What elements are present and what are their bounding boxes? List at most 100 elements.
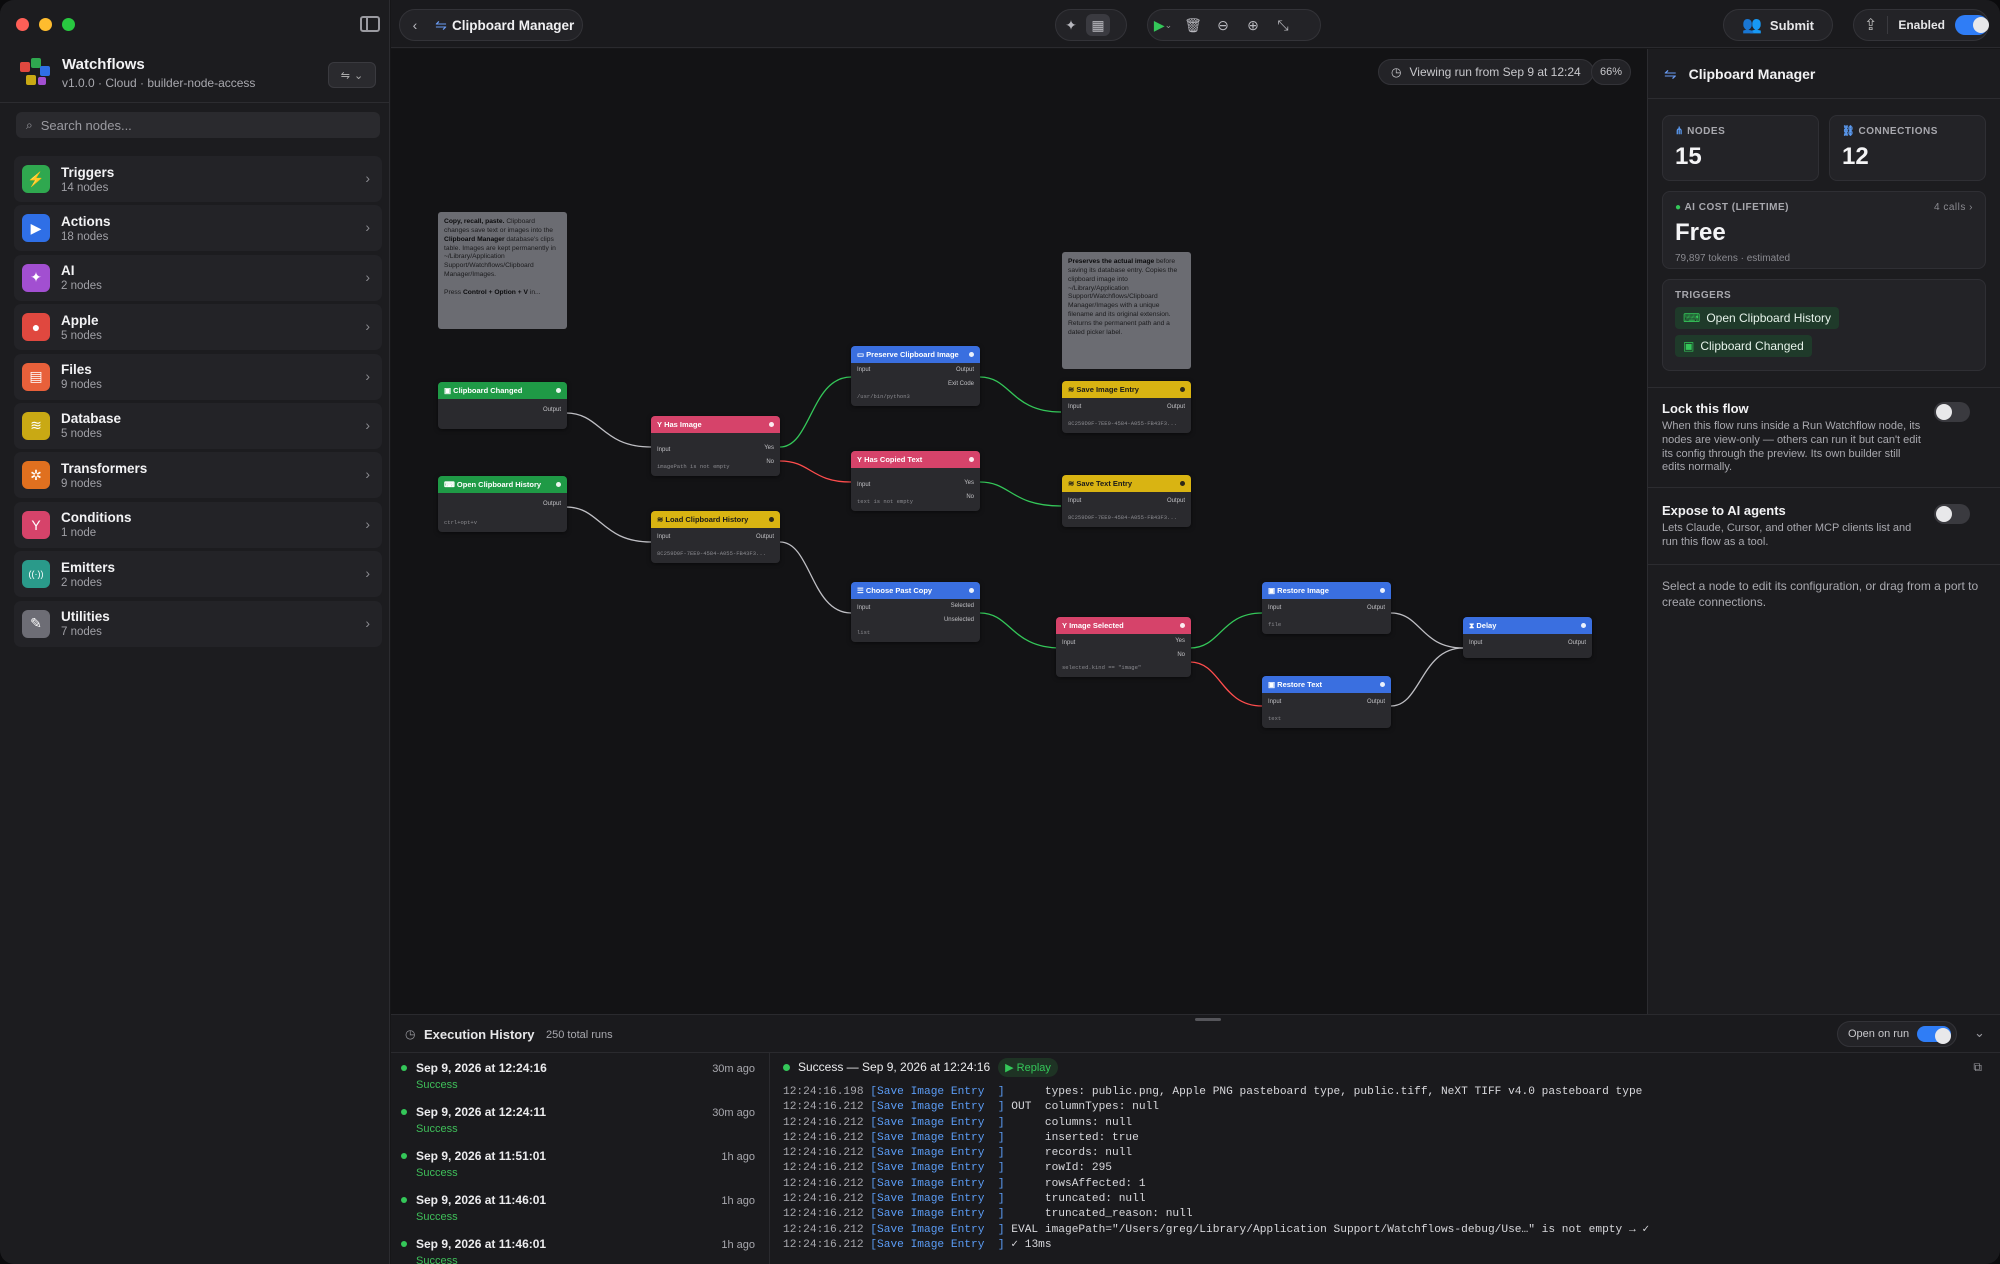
log-message: rowsAffected: 1	[1004, 1177, 1146, 1190]
fit-view-icon[interactable]: ⤡	[1268, 17, 1298, 34]
port-input[interactable]: Input	[1068, 404, 1081, 410]
run-item[interactable]: Sep 9, 2026 at 11:46:01 Success 1h ago	[391, 1229, 769, 1264]
node-clipboard-changed[interactable]: ▣ Clipboard Changed Output	[438, 382, 567, 429]
category-apple[interactable]: ● Apple 5 nodes ›	[14, 304, 382, 351]
port-input[interactable]: Input	[857, 605, 870, 611]
submit-label: Submit	[1769, 17, 1814, 33]
port-yes[interactable]: Yes	[1175, 638, 1185, 644]
log-timestamp: 12:24:16.212	[783, 1101, 864, 1114]
replay-button[interactable]: ▶ Replay	[998, 1057, 1058, 1077]
port-no[interactable]: No	[966, 494, 974, 500]
port-output[interactable]: Output	[543, 403, 561, 417]
node-has-copied-text[interactable]: Y Has Copied Text Input Yes No text is not…	[851, 451, 980, 511]
node-restore-text[interactable]: ▣ Restore Text Input Output text	[1262, 676, 1391, 728]
wire	[1189, 612, 1263, 649]
trigger-clipboard-changed[interactable]: ▣ Clipboard Changed	[1675, 335, 1812, 357]
run-item[interactable]: Sep 9, 2026 at 12:24:16 Success 30m ago	[391, 1053, 769, 1097]
expose-ai-toggle[interactable]	[1934, 504, 1970, 524]
log-message: records: null	[1004, 1147, 1133, 1160]
zoom-out-icon[interactable]: ⊖	[1208, 17, 1238, 34]
ai-cost-card[interactable]: ● AI COST (LIFETIME) 4 calls › Free 79,89…	[1662, 191, 1986, 269]
log-message: types: public.png, Apple PNG pasteboard …	[1004, 1086, 1643, 1098]
category-conditions[interactable]: Y Conditions 1 node ›	[14, 501, 382, 548]
port-unselected[interactable]: Unselected	[944, 617, 974, 623]
close-window-button[interactable]	[16, 18, 29, 31]
port-input[interactable]: Input	[1469, 640, 1482, 646]
sticky-note[interactable]: Preserves the actual image before saving…	[1062, 252, 1191, 369]
port-input[interactable]: Input	[1062, 640, 1075, 646]
run-item[interactable]: Sep 9, 2026 at 11:46:01 Success 1h ago	[391, 1185, 769, 1229]
app-window: Watchflows v1.0.0 · Cloud · builder-node…	[0, 0, 2000, 1264]
node-image-selected[interactable]: Y Image Selected Input Yes No selected.kin…	[1056, 617, 1191, 677]
flow-settings-button[interactable]: ⇋ ⌄	[328, 62, 376, 88]
flow-canvas[interactable]: ◷ Viewing run from Sep 9 at 12:24 66% Co…	[391, 49, 1647, 1014]
node-choose-past-copy[interactable]: ☰ Choose Past Copy Input Selected Unselect…	[851, 582, 980, 642]
search-input[interactable]	[40, 117, 361, 133]
submit-button[interactable]: 👥 Submit	[1723, 9, 1833, 41]
lock-flow-toggle[interactable]	[1934, 402, 1970, 422]
port-yes[interactable]: Yes	[764, 445, 774, 451]
category-actions[interactable]: ▶ Actions 18 nodes ›	[14, 205, 382, 252]
node-preserve-clipboard-image[interactable]: ▭ Preserve Clipboard Image Input Output Ex…	[851, 346, 980, 406]
run-item[interactable]: Sep 9, 2026 at 11:51:01 Success 1h ago	[391, 1141, 769, 1185]
zoom-window-button[interactable]	[62, 18, 75, 31]
port-output[interactable]: Output	[956, 367, 974, 373]
port-output[interactable]: Output	[1167, 494, 1185, 508]
category-ai[interactable]: ✦ AI 2 nodes ›	[14, 254, 382, 301]
port-output[interactable]: Output	[1367, 601, 1385, 615]
node-load-clipboard-history[interactable]: ≋ Load Clipboard History Input Output 8C2…	[651, 511, 780, 563]
grid-icon[interactable]: ▦	[1086, 14, 1110, 36]
category-transformers[interactable]: ✲ Transformers 9 nodes ›	[14, 452, 382, 499]
node-delay[interactable]: ⧗ Delay Input Output	[1463, 617, 1592, 658]
category-utilities[interactable]: ✎ Utilities 7 nodes ›	[14, 600, 382, 647]
divider	[0, 102, 390, 103]
port-no[interactable]: No	[766, 459, 774, 465]
node-open-clipboard-history[interactable]: ⌨ Open Clipboard History Output ctrl+opt…	[438, 476, 567, 532]
port-selected[interactable]: Selected	[951, 603, 974, 609]
run-play-icon[interactable]: ▶ ⌄	[1148, 17, 1178, 34]
sidebar-toggle-icon[interactable]	[360, 16, 380, 32]
sticky-note[interactable]: Copy, recall, paste. Clipboard changes s…	[438, 212, 567, 329]
port-input[interactable]: Input	[657, 534, 670, 540]
category-database[interactable]: ≋ Database 5 nodes ›	[14, 402, 382, 449]
port-exit-code[interactable]: Exit Code	[948, 381, 974, 387]
port-output[interactable]: Output	[1367, 695, 1385, 709]
port-input[interactable]: Input	[1268, 605, 1281, 611]
category-triggers[interactable]: ⚡ Triggers 14 nodes ›	[14, 156, 382, 202]
port-yes[interactable]: Yes	[964, 480, 974, 486]
back-chevron-icon[interactable]: ‹	[400, 17, 430, 33]
run-item[interactable]: Sep 9, 2026 at 12:24:11 Success 30m ago	[391, 1097, 769, 1141]
enabled-toggle[interactable]	[1955, 15, 1989, 35]
minimize-window-button[interactable]	[39, 18, 52, 31]
database-icon: ≋	[657, 515, 666, 524]
port-input[interactable]: Input	[657, 447, 670, 453]
open-on-run-toggle[interactable]	[1917, 1026, 1952, 1044]
sparkle-icon[interactable]: ✦	[1056, 17, 1086, 34]
trash-icon[interactable]: 🗑	[1178, 17, 1208, 34]
copy-icon[interactable]: ⧉	[1973, 1060, 1982, 1075]
node-save-image-entry[interactable]: ≋ Save Image Entry Input Output 8C259D0F-…	[1062, 381, 1191, 433]
port-output[interactable]: Output	[756, 530, 774, 544]
people-icon: 👥	[1742, 17, 1762, 34]
collapse-chevron-icon[interactable]: ⌄	[1974, 1025, 1985, 1041]
port-input[interactable]: Input	[857, 482, 870, 488]
port-no[interactable]: No	[1177, 652, 1185, 658]
node-restore-image[interactable]: ▣ Restore Image Input Output file	[1262, 582, 1391, 634]
run-status: Success	[416, 1079, 458, 1091]
port-output[interactable]: Output	[1568, 636, 1586, 650]
trigger-open-clipboard-history[interactable]: ⌨ Open Clipboard History	[1675, 307, 1840, 329]
port-output[interactable]: Output	[1167, 400, 1185, 414]
search-box[interactable]: ⌕	[16, 112, 380, 138]
category-icon: ⚡	[22, 165, 50, 193]
category-icon: Y	[22, 510, 50, 539]
category-files[interactable]: ▤ Files 9 nodes ›	[14, 353, 382, 400]
share-icon[interactable]: ⇪	[1864, 15, 1877, 35]
port-input[interactable]: Input	[857, 367, 870, 373]
zoom-in-icon[interactable]: ⊕	[1238, 17, 1268, 34]
port-input[interactable]: Input	[1068, 498, 1081, 504]
port-input[interactable]: Input	[1268, 699, 1281, 705]
category-emitters[interactable]: ((·)) Emitters 2 nodes ›	[14, 551, 382, 598]
node-has-image[interactable]: Y Has Image Input Yes No imagePath is not …	[651, 416, 780, 476]
port-output[interactable]: Output	[543, 497, 561, 511]
node-save-text-entry[interactable]: ≋ Save Text Entry Input Output 8C259D0F-7…	[1062, 475, 1191, 527]
